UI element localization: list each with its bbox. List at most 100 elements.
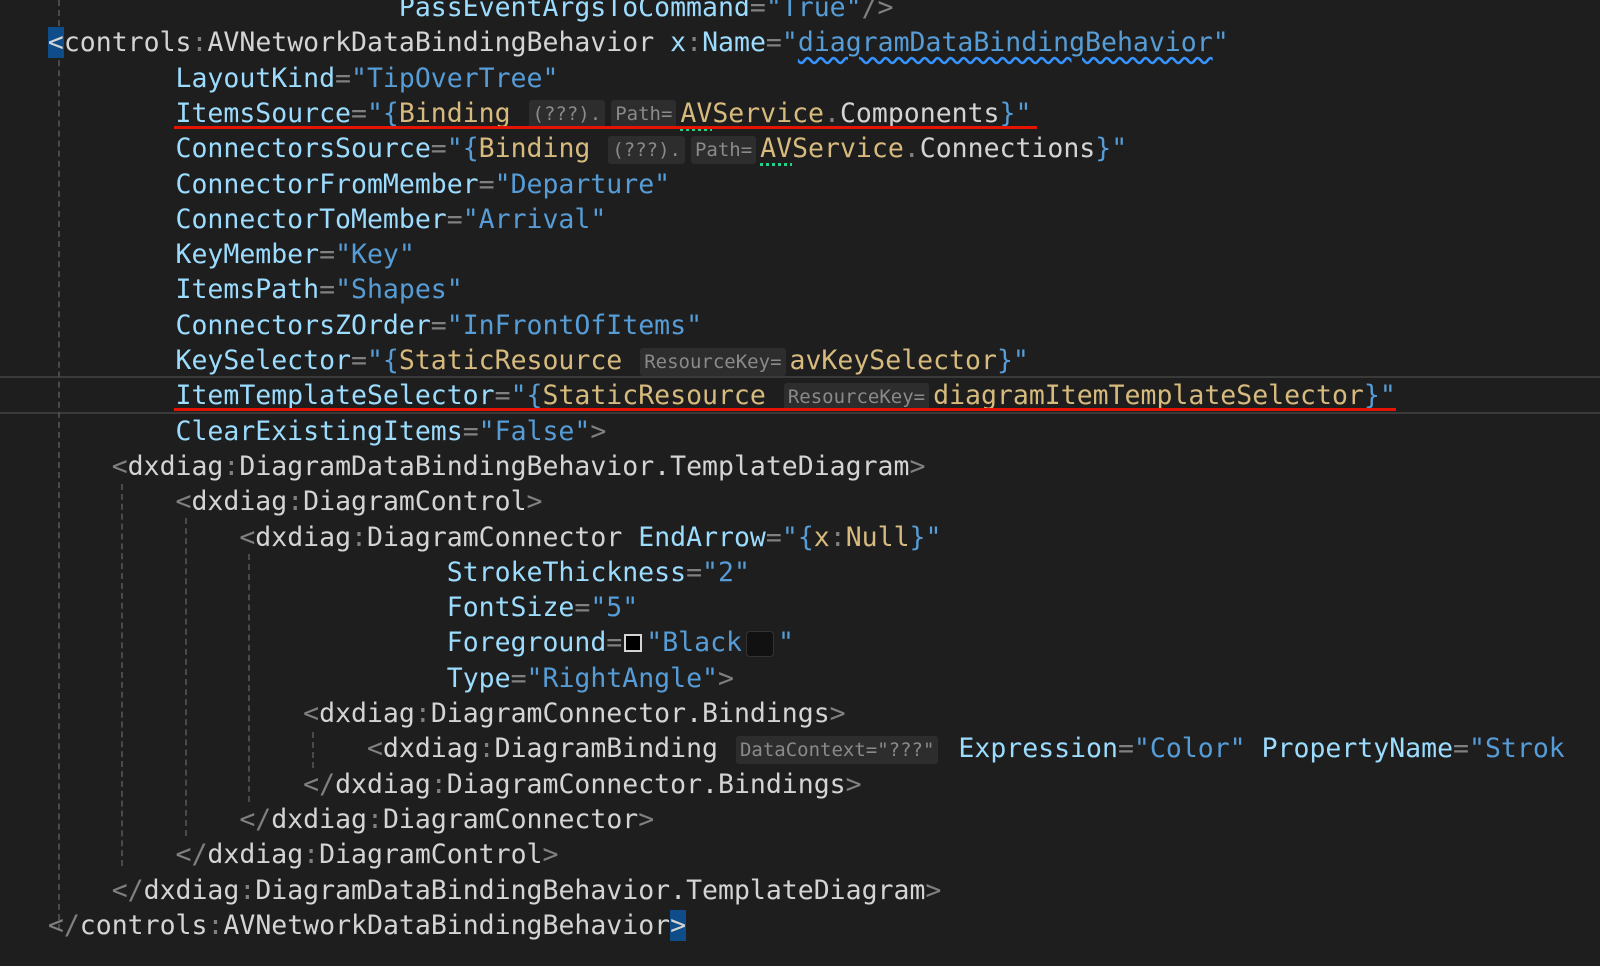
code-line[interactable]: <dxdiag:DiagramConnector.Bindings> xyxy=(0,696,846,732)
code-token: ConnectorsZOrder xyxy=(175,309,431,341)
code-line[interactable]: </dxdiag:DiagramConnector> xyxy=(0,802,654,838)
code-token: AVNetworkDataBindingBehavior xyxy=(223,909,671,941)
code-token: "Black xyxy=(646,627,742,659)
code-line[interactable]: </dxdiag:DiagramConnector.Bindings> xyxy=(0,767,861,803)
code-token: ItemTemplateSelector xyxy=(175,380,495,412)
code-token: AV xyxy=(760,133,793,165)
code-token: x xyxy=(670,27,687,59)
code-line[interactable]: <dxdiag:DiagramControl> xyxy=(0,484,543,520)
code-token: > xyxy=(526,486,543,518)
code-line[interactable]: ItemsPath="Shapes" xyxy=(0,272,463,308)
code-token: = xyxy=(574,592,591,624)
code-token: > xyxy=(909,450,926,482)
code-token: "Shapes" xyxy=(335,274,463,306)
code-token: : xyxy=(414,698,431,729)
color-swatch-icon xyxy=(624,633,643,652)
code-token: > xyxy=(717,662,734,694)
code-token: DiagramDataBindingBehavior.TemplateDiagr… xyxy=(239,450,910,482)
code-token: < xyxy=(239,521,256,553)
code-line[interactable]: </dxdiag:DiagramDataBindingBehavior.Temp… xyxy=(0,873,942,909)
code-token: : xyxy=(366,803,383,835)
code-line[interactable]: KeySelector="{StaticResource ResourceKey… xyxy=(0,343,1029,379)
code-token: dxdiag xyxy=(143,874,240,906)
code-line[interactable]: <dxdiag:DiagramDataBindingBehavior.Templ… xyxy=(0,449,926,485)
code-token: > xyxy=(590,415,607,447)
code-line[interactable]: PassEventArgsToCommand="True"/> xyxy=(0,0,894,26)
code-token: DiagramControl xyxy=(303,486,527,518)
code-token: "False" xyxy=(478,415,591,447)
code-token: "{ xyxy=(366,97,399,129)
code-line[interactable]: <dxdiag:DiagramBinding DataContext="???"… xyxy=(0,731,1565,767)
code-line[interactable]: Foreground= "Black " xyxy=(0,625,794,661)
code-token: = xyxy=(430,309,447,341)
code-line[interactable]: </controls:AVNetworkDataBindingBehavior> xyxy=(0,908,687,944)
code-token: PropertyName xyxy=(1261,733,1454,765)
code-token: avKeySelector xyxy=(789,345,997,376)
code-token: }" xyxy=(996,345,1029,376)
code-token: DiagramConnector xyxy=(367,521,623,553)
code-token: = xyxy=(430,133,447,165)
code-token: " xyxy=(1212,27,1229,59)
code-token: controls xyxy=(79,909,208,941)
code-token: Binding xyxy=(398,97,511,129)
code-editor[interactable]: PassEventArgsToCommand="True"/> <control… xyxy=(0,0,1600,966)
code-line[interactable]: StrokeThickness="2" xyxy=(0,555,750,591)
inlay-hint: (???). xyxy=(528,100,606,129)
code-line[interactable]: ConnectorsSource="{Binding (???). Path= AV… xyxy=(0,131,1128,167)
code-token: </ xyxy=(47,909,80,941)
code-token: ConnectorsSource xyxy=(175,133,431,165)
code-token: DiagramConnector.Bindings xyxy=(430,698,830,729)
inlay-hint: ResourceKey= xyxy=(640,347,786,376)
code-token: LayoutKind xyxy=(175,62,336,94)
code-token: Type xyxy=(446,662,511,694)
inlay-hint: ResourceKey= xyxy=(783,382,930,411)
code-token: = xyxy=(462,415,479,447)
code-token: ConnectorFromMember xyxy=(175,168,479,200)
code-token: diagramItemTemplateSelector xyxy=(933,380,1364,412)
code-token: > xyxy=(829,698,846,729)
code-token: DiagramDataBindingBehavior.TemplateDiagr… xyxy=(255,874,926,906)
code-token: Name xyxy=(702,27,766,59)
code-token: : xyxy=(478,733,495,765)
code-line[interactable]: ConnectorFromMember="Departure" xyxy=(0,167,671,203)
code-token: = xyxy=(765,521,782,553)
code-token: "{ xyxy=(366,345,399,376)
code-line[interactable]: ClearExistingItems="False"> xyxy=(0,414,607,450)
code-token: }" xyxy=(1095,133,1128,165)
code-token: > xyxy=(638,803,655,835)
code-line[interactable]: </dxdiag:DiagramControl> xyxy=(0,837,559,873)
code-token: = xyxy=(686,556,703,588)
code-token: > xyxy=(670,909,687,941)
code-token: controls xyxy=(63,27,192,59)
code-line[interactable]: <dxdiag:DiagramConnector EndArrow="{x:Nu… xyxy=(0,520,941,556)
code-token: "Strok xyxy=(1469,733,1565,765)
code-line[interactable]: FontSize="5" xyxy=(0,590,638,626)
code-token: dxdiag xyxy=(335,768,431,800)
code-line[interactable]: ConnectorToMember="Arrival" xyxy=(0,202,607,238)
code-line[interactable]: ConnectorsZOrder="InFrontOfItems" xyxy=(0,308,703,344)
code-token: Foreground xyxy=(446,627,607,659)
code-line[interactable]: Type="RightAngle"> xyxy=(0,661,734,697)
code-line[interactable]: LayoutKind="TipOverTree" xyxy=(0,61,559,97)
code-token: : xyxy=(207,909,224,941)
code-token: = xyxy=(351,97,367,129)
code-line[interactable]: KeyMember="Key" xyxy=(0,237,415,273)
code-token: < xyxy=(303,698,320,729)
code-line[interactable]: <controls:AVNetworkDataBindingBehavior x… xyxy=(0,25,1229,61)
